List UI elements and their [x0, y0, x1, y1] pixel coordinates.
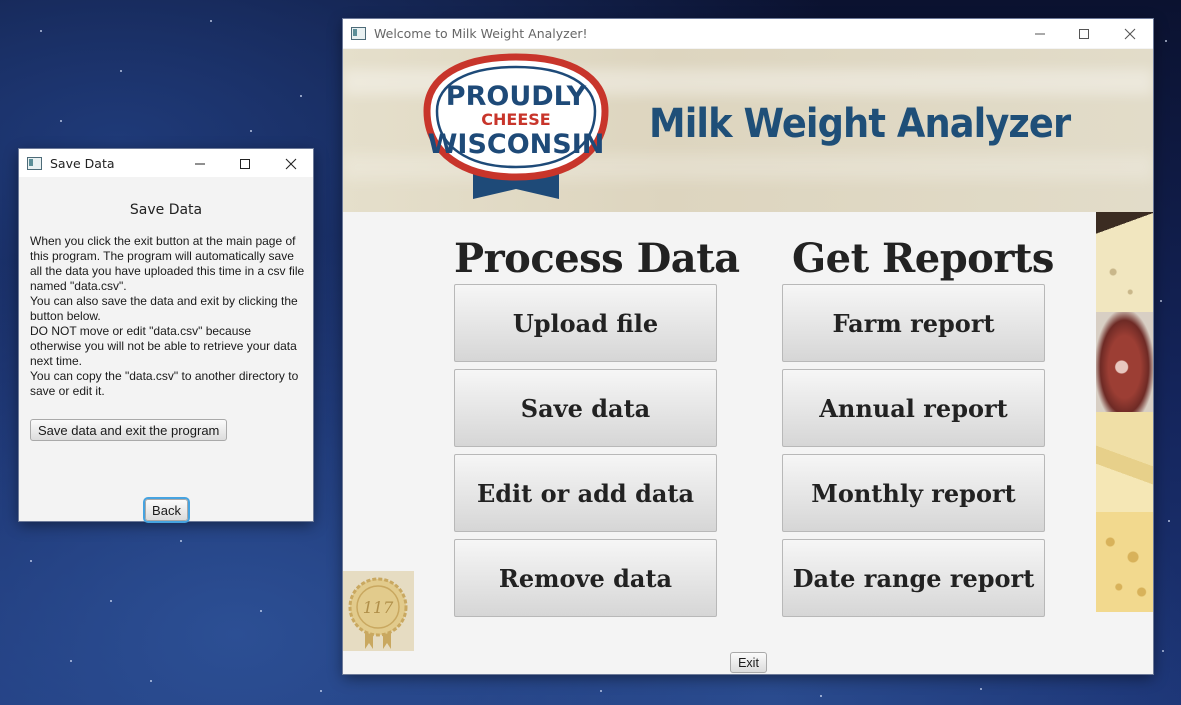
- save-data-titlebar[interactable]: Save Data: [19, 149, 313, 177]
- app-icon: [351, 27, 366, 40]
- date-range-report-button[interactable]: Date range report: [782, 539, 1045, 617]
- cheese-photo: [1096, 412, 1153, 512]
- edit-or-add-data-button[interactable]: Edit or add data: [454, 454, 717, 532]
- cheese-photo: [1096, 512, 1153, 612]
- save-data-button[interactable]: Save data: [454, 369, 717, 447]
- app-icon: [27, 156, 42, 170]
- app-banner-title: Milk Weight Analyzer: [649, 101, 1071, 147]
- process-data-heading: Process Data: [454, 235, 740, 282]
- cheese-photo-strip: [1096, 212, 1153, 612]
- cheese-photo: [1096, 212, 1153, 312]
- maximize-icon[interactable]: [1061, 19, 1107, 48]
- award-badge: 117: [343, 571, 414, 651]
- award-number: 117: [363, 598, 394, 617]
- cheese-photo: [1096, 312, 1153, 412]
- main-window: Welcome to Milk Weight Analyzer! PROUDLY…: [343, 19, 1153, 674]
- instruction-paragraph: When you click the exit button at the ma…: [30, 234, 305, 293]
- maximize-icon[interactable]: [222, 149, 268, 178]
- save-data-instructions: When you click the exit button at the ma…: [30, 234, 305, 399]
- window-title: Save Data: [50, 155, 115, 171]
- save-data-heading: Save Data: [129, 202, 203, 218]
- close-icon[interactable]: [1107, 19, 1153, 48]
- logo-line-1: PROUDLY: [446, 81, 587, 112]
- back-button[interactable]: Back: [145, 499, 188, 521]
- instruction-paragraph: DO NOT move or edit "data.csv" because o…: [30, 324, 297, 368]
- exit-button[interactable]: Exit: [730, 652, 767, 673]
- save-data-window: Save Data Save Data When you click the e…: [19, 149, 313, 521]
- window-title: Welcome to Milk Weight Analyzer!: [374, 26, 588, 41]
- logo-line-2: CHEESE: [481, 110, 550, 129]
- main-titlebar[interactable]: Welcome to Milk Weight Analyzer!: [343, 19, 1153, 48]
- minimize-icon[interactable]: [177, 149, 223, 178]
- annual-report-button[interactable]: Annual report: [782, 369, 1045, 447]
- header-banner: PROUDLY CHEESE WISCONSIN Milk Weight Ana…: [343, 49, 1153, 212]
- save-and-exit-button[interactable]: Save data and exit the program: [30, 419, 228, 441]
- remove-data-button[interactable]: Remove data: [454, 539, 717, 617]
- monthly-report-button[interactable]: Monthly report: [782, 454, 1045, 532]
- proudly-wisconsin-cheese-logo: PROUDLY CHEESE WISCONSIN: [423, 53, 609, 199]
- close-icon[interactable]: [268, 149, 314, 178]
- instruction-paragraph: You can copy the "data.csv" to another d…: [30, 369, 299, 398]
- instruction-paragraph: You can also save the data and exit by c…: [30, 294, 298, 323]
- upload-file-button[interactable]: Upload file: [454, 284, 717, 362]
- minimize-icon[interactable]: [1017, 19, 1063, 48]
- get-reports-heading: Get Reports: [792, 235, 1054, 282]
- farm-report-button[interactable]: Farm report: [782, 284, 1045, 362]
- logo-line-3: WISCONSIN: [428, 129, 605, 160]
